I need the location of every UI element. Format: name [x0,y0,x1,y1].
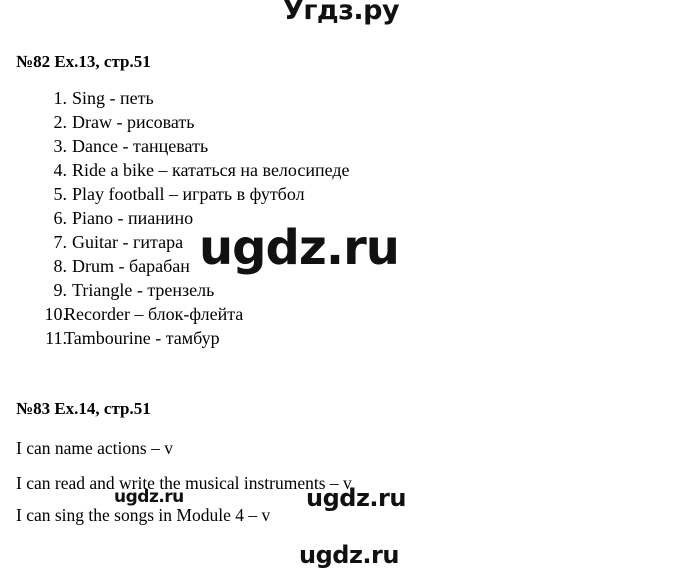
list-item-number: 4. [53,160,68,180]
list-item-number: 1. [53,88,68,108]
list-item-number: 6. [53,208,68,228]
list-item-number: 9. [53,280,68,300]
list-item: 10.Recorder – блок-флейта [40,302,350,326]
document-page: Угдз.ру №82 Ex.13, стр.51 1. Sing - петь 2… [0,0,680,576]
list-item-number: 11. [45,328,67,348]
can-do-statement: I can name actions – v [16,438,173,458]
list-item-text: Tambourine - тамбур [64,328,220,348]
list-item-text: Triangle - трензель [72,280,215,300]
watermark-lower-right: ugdz.ru [306,484,406,512]
list-item-number: 8. [53,256,68,276]
list-item: 5. Play football – играть в футбол [40,182,350,206]
list-item: 3. Dance - танцевать [40,134,350,158]
watermark-lower-left: ugdz.ru [114,487,184,507]
list-item-number: 2. [53,112,68,132]
list-item-text: Ride a bike – кататься на велосипеде [72,160,350,180]
list-item-number: 3. [53,136,68,156]
list-item: 1. Sing - петь [40,86,350,110]
vocabulary-list: 1. Sing - петь 2. Draw - рисовать 3. Dance - … [40,86,350,350]
watermark-top: Угдз.ру [283,0,400,26]
can-do-statement: I can read and write the musical instrum… [16,473,352,493]
list-item-text: Recorder – блок-флейта [64,304,244,324]
watermark-bottom: ugdz.ru [299,541,399,569]
list-item-text: Play football – играть в футбол [72,184,305,204]
list-item-number: 5. [53,184,68,204]
exercise-82-header: №82 Ex.13, стр.51 [16,52,151,71]
list-item: 4. Ride a bike – кататься на велосипеде [40,158,350,182]
list-item-text: Guitar - гитара [72,232,184,252]
list-item-text: Dance - танцевать [72,136,209,156]
list-item-text: Drum - барабан [72,256,190,276]
list-item-text: Draw - рисовать [72,112,195,132]
list-item: 11.Tambourine - тамбур [40,326,350,350]
list-item-text: Sing - петь [72,88,154,108]
list-item: 2. Draw - рисовать [40,110,350,134]
list-item-number: 10. [44,304,68,324]
list-item-text: Piano - пианино [72,208,194,228]
list-item-number: 7. [53,232,68,252]
exercise-83-header: №83 Ex.14, стр.51 [16,399,151,418]
watermark-middle: ugdz.ru [199,220,400,276]
list-item: 9. Triangle - трензель [40,278,350,302]
can-do-statement: I can sing the songs in Module 4 – v [16,505,271,525]
